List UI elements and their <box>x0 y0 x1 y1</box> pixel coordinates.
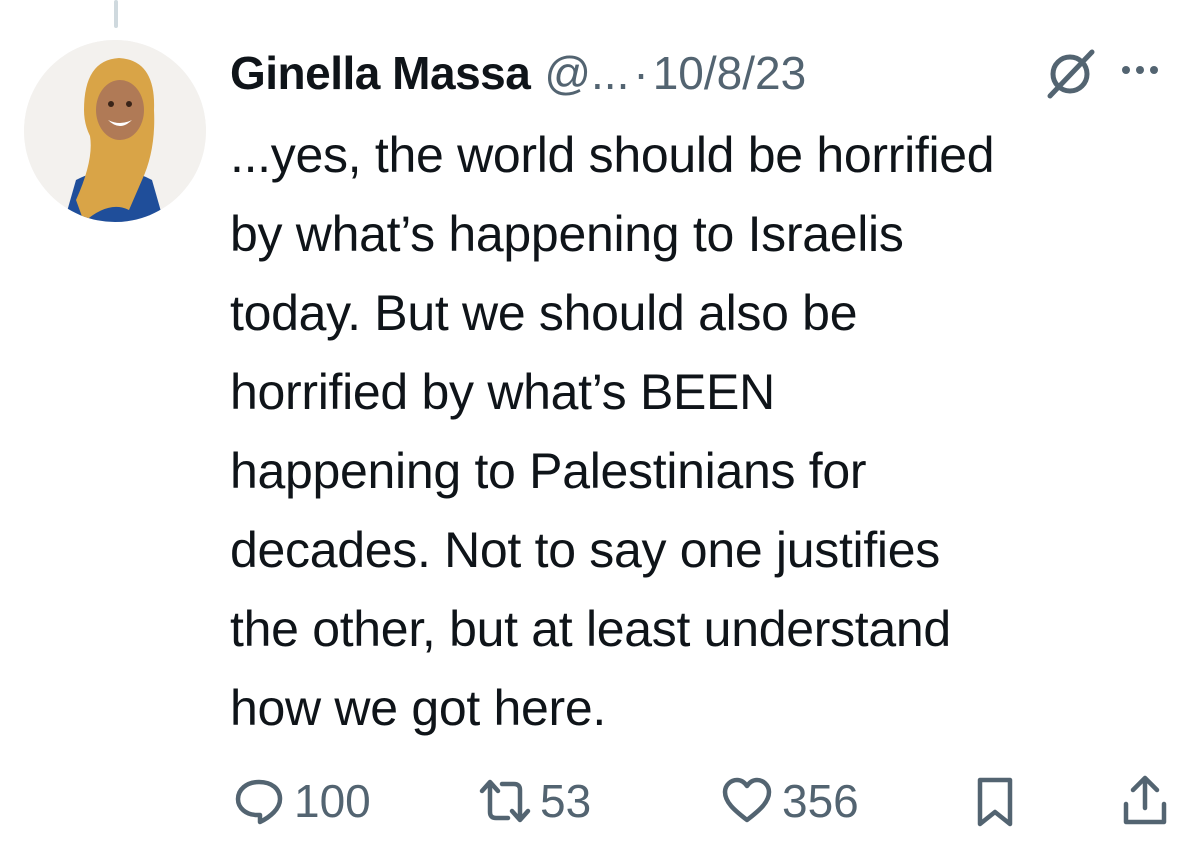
reply-icon <box>235 779 283 825</box>
repost-count: 53 <box>540 775 592 827</box>
bookmark-button[interactable] <box>968 774 1022 828</box>
tweet-text-line: the other, but at least understand <box>230 601 951 657</box>
repost-icon <box>479 779 531 823</box>
thread-connector-line <box>114 0 118 28</box>
grok-icon[interactable] <box>1040 44 1100 104</box>
author-name[interactable]: Ginella Massa <box>230 46 531 100</box>
share-button[interactable] <box>1118 774 1172 828</box>
more-icon[interactable] <box>1112 58 1168 82</box>
like-button[interactable]: 356 <box>720 774 859 828</box>
reply-count: 100 <box>294 775 371 827</box>
header-separator: · <box>633 47 649 99</box>
share-icon <box>1123 775 1167 825</box>
action-bar: 100 53 356 <box>0 770 1200 840</box>
tweet-text: ...yes, the world should be horrified by… <box>230 116 1180 748</box>
tweet-text-line: ...yes, the world should be horrified <box>230 127 995 183</box>
repost-button[interactable]: 53 <box>478 774 591 828</box>
tweet-date[interactable]: 10/8/23 <box>653 46 806 100</box>
tweet-text-line: by what’s happening to Israelis <box>230 206 904 262</box>
tweet-text-line: horrified by what’s BEEN <box>230 364 775 420</box>
tweet-text-line: happening to Palestinians for <box>230 443 867 499</box>
avatar[interactable] <box>24 40 206 222</box>
tweet-text-line: decades. Not to say one justifies <box>230 522 940 578</box>
reply-button[interactable]: 100 <box>232 774 371 828</box>
bookmark-icon <box>977 777 1013 827</box>
author-handle[interactable]: @... <box>544 46 629 100</box>
like-count: 356 <box>782 775 859 827</box>
heart-icon <box>722 777 772 823</box>
tweet-text-line: today. But we should also be <box>230 285 858 341</box>
tweet-header: Ginella Massa @... · 10/8/23 <box>230 38 806 108</box>
tweet-text-line: how we got here. <box>230 680 606 736</box>
